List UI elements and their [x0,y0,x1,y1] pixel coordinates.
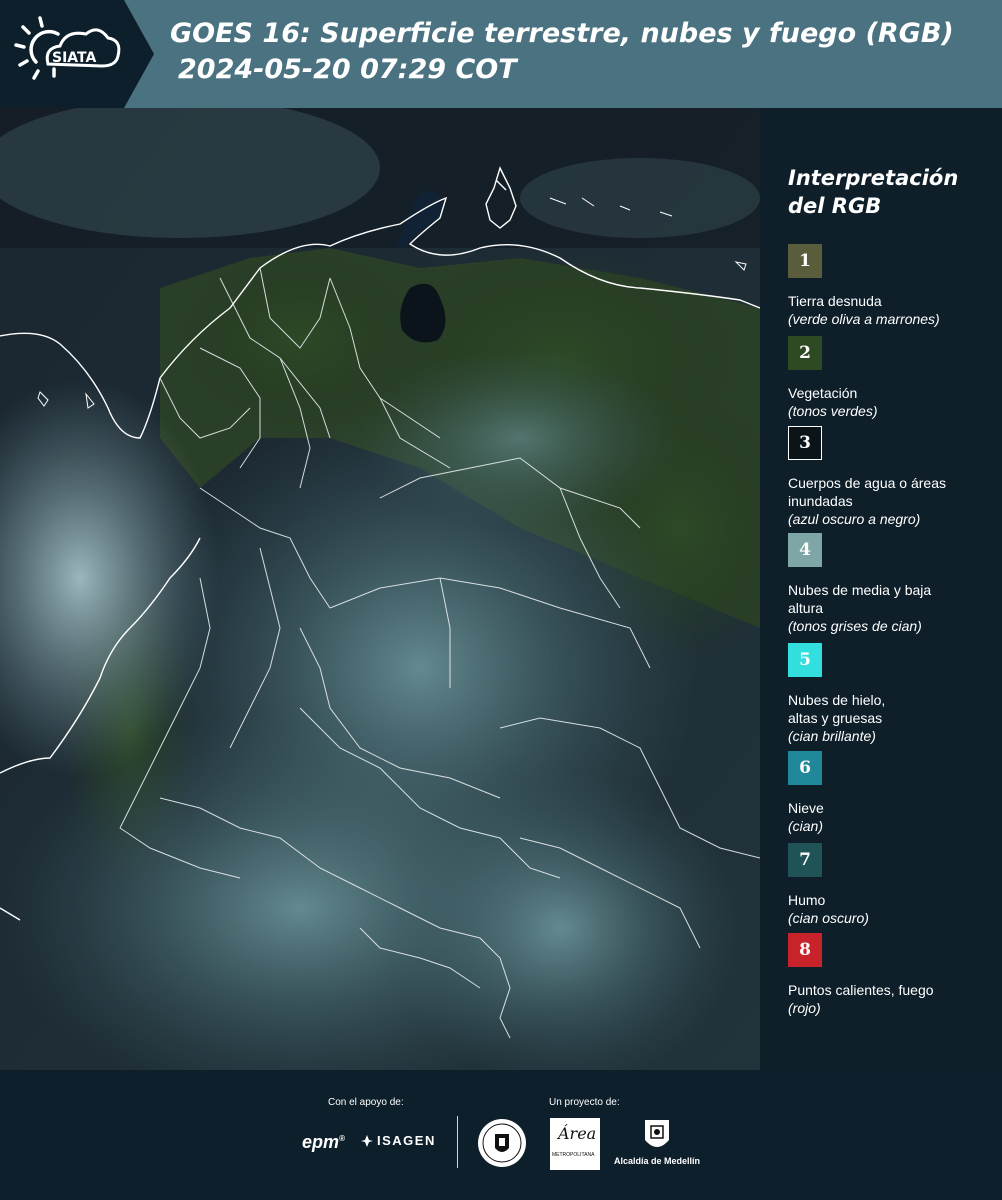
satellite-map[interactable] [0,108,760,1070]
legend-number: 3 [799,433,811,453]
epm-logo-text: epm [302,1132,340,1152]
support-label: Con el apoyo de: [328,1097,404,1108]
university-seal-icon [478,1119,526,1167]
legend-number: 2 [799,343,811,363]
legend-label: Nubes de hielo, altas y gruesas [788,692,886,726]
legend-panel: Interpretación del RGB 1 Tierra desnuda … [760,108,1002,1070]
legend-swatch: 1 [788,244,822,278]
alcaldia-medellin-logo: Alcaldía de Medellín [612,1118,702,1166]
siata-logo-icon: SIATA [14,16,121,80]
siata-logo-text: SIATA [52,50,97,66]
legend-desc: (cian) [788,818,824,834]
medellin-shield-icon [645,1120,669,1147]
legend-desc: (tonos verdes) [788,403,878,419]
legend-swatch: 5 [788,643,822,677]
legend-number: 1 [799,251,811,271]
legend-label: Humo [788,892,826,908]
legend-number: 8 [799,940,811,960]
isagen-mark-icon [361,1134,373,1147]
legend-number: 7 [799,850,811,870]
legend-swatch: 4 [788,533,822,567]
isagen-logo: ISAGEN [360,1133,436,1148]
legend-label: Nubes de media y baja altura [788,582,932,616]
legend-item-ice-clouds: 5 Nubes de hielo, altas y gruesas (cian … [788,643,998,745]
legend-label: Nieve [788,800,824,816]
header: SIATA GOES 16: Superficie terrestre, nub… [0,0,1002,108]
registered-mark: ® [339,1134,345,1143]
page-title: GOES 16: Superficie terrestre, nubes y f… [170,16,954,88]
legend-swatch: 8 [788,933,822,967]
satellite-rgb-image [0,108,760,1070]
legend-desc: (verde oliva a marrones) [788,311,940,327]
legend-desc: (cian oscuro) [788,910,869,926]
title-line-2: 2024-05-20 07:29 COT [178,54,517,85]
legend-label: Tierra desnuda [788,293,882,309]
legend-swatch: 6 [788,751,822,785]
legend-item-vegetation: 2 Vegetación (tonos verdes) [788,336,998,420]
project-label: Un proyecto de: [549,1097,620,1108]
legend-swatch: 7 [788,843,822,877]
legend-desc: (rojo) [788,1000,821,1016]
legend-desc: (tonos grises de cian) [788,618,922,634]
legend-item-snow: 6 Nieve (cian) [788,751,998,835]
legend-item-hotspots: 8 Puntos calientes, fuego (rojo) [788,933,998,1017]
footer-divider [457,1116,458,1168]
legend-number: 4 [799,540,811,560]
isagen-logo-text: ISAGEN [377,1133,436,1148]
legend-swatch: 2 [788,336,822,370]
legend-item-mid-low-clouds: 4 Nubes de media y baja altura (tonos gr… [788,533,998,635]
legend-number: 5 [799,650,811,670]
title-line-1: GOES 16: Superficie terrestre, nubes y f… [170,18,954,49]
medellin-logo-text: Alcaldía de Medellín [613,1156,701,1166]
legend-item-water: 3 Cuerpos de agua o áreas inundadas (azu… [788,426,998,528]
legend-label: Puntos calientes, fuego [788,982,934,998]
legend-swatch: 3 [788,426,822,460]
legend-label: Vegetación [788,385,858,401]
area-logo-text: Área [558,1124,597,1143]
legend-title: Interpretación del RGB [788,166,959,218]
legend-desc: (cian brillante) [788,728,876,744]
footer: Con el apoyo de: Un proyecto de: epm® IS… [0,1070,1002,1200]
epm-logo: epm® [302,1132,345,1153]
legend-label: Cuerpos de agua o áreas inundadas [788,475,946,509]
legend-item-smoke: 7 Humo (cian oscuro) [788,843,998,927]
legend-number: 6 [799,758,811,778]
area-logo-subtext: METROPOLITANA [552,1152,595,1158]
area-metropolitana-logo: Área METROPOLITANA [550,1118,600,1170]
legend-item-bare-soil: 1 Tierra desnuda (verde oliva a marrones… [788,244,998,328]
legend-desc: (azul oscuro a negro) [788,511,921,527]
